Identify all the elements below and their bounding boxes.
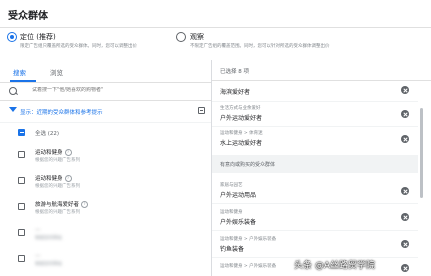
item-source: 根据您的网站 bbox=[35, 236, 62, 241]
item-checkbox[interactable] bbox=[18, 151, 25, 158]
selected-item: 生活方式与业余爱好 户外运动爱好者 bbox=[212, 102, 418, 126]
selected-item-path: 运动和健身 > 体育迷 bbox=[220, 131, 263, 136]
select-all-checkbox[interactable] bbox=[18, 129, 25, 136]
selected-item: 运动和健身 > 体育迷 水上运动爱好者 bbox=[212, 127, 418, 151]
watermark: 头条 @A丝路贸学院 bbox=[294, 261, 376, 271]
tab-browse[interactable]: 浏览 bbox=[50, 67, 63, 77]
select-all-label: 全选 (22) bbox=[35, 131, 60, 137]
selected-item-path: 运动和健身 > 户外娱乐装备 bbox=[220, 264, 277, 269]
item-source: 根据您的兴趣广告系列 bbox=[35, 158, 80, 163]
observation-label[interactable]: 观察 bbox=[190, 32, 204, 42]
selected-item: 家居与园艺 户外运动用品 bbox=[212, 179, 418, 203]
remove-icon[interactable] bbox=[401, 213, 409, 221]
collapse-icon[interactable] bbox=[198, 107, 205, 114]
help-icon[interactable]: ? bbox=[64, 149, 72, 156]
item-name: 运动和健身 bbox=[35, 176, 63, 182]
selected-item-path: 家居与园艺 bbox=[220, 183, 243, 188]
selected-item-name: 户外运动用品 bbox=[220, 192, 257, 199]
section-title: 有意向或购买的受众群体 bbox=[220, 162, 276, 168]
section-header: 有意向或购买的受众群体 bbox=[212, 155, 418, 173]
selected-item-name: 户外娱乐装备 bbox=[220, 219, 257, 226]
selected-item-name: 户外运动爱好者 bbox=[220, 115, 263, 122]
item-source: 根据您的兴趣广告系列 bbox=[35, 184, 80, 189]
selected-item-path: 运动和健身 bbox=[220, 210, 243, 215]
panel-header: 受众群体 bbox=[0, 0, 431, 28]
observation-radio[interactable] bbox=[176, 32, 186, 42]
item-source: 根据您的网站 bbox=[35, 262, 62, 267]
filter-icon bbox=[9, 107, 17, 112]
selected-item-name: 海滨爱好者 bbox=[220, 89, 251, 96]
remove-icon[interactable] bbox=[401, 86, 409, 94]
selected-item: 海滨爱好者 bbox=[212, 81, 418, 101]
remove-icon[interactable] bbox=[401, 110, 409, 118]
targeting-options: 定位 (推荐) 限定广告组只覆盖所选的受众群体。同时，您可以调整出价 观察 不限… bbox=[0, 32, 431, 54]
item-name: … bbox=[35, 252, 41, 258]
tab-search[interactable]: 搜索 bbox=[13, 67, 26, 77]
item-name: 旅游与航海爱好者 bbox=[35, 202, 80, 208]
remove-icon[interactable] bbox=[401, 135, 409, 143]
hint-text[interactable]: 显示：近期的受众群体和参考提示 bbox=[20, 108, 103, 116]
panel-title: 受众群体 bbox=[8, 11, 48, 22]
remove-icon[interactable] bbox=[401, 187, 409, 195]
targeting-radio[interactable] bbox=[7, 32, 17, 42]
list-item[interactable]: … 根据您的网站 bbox=[0, 248, 211, 273]
item-checkbox[interactable] bbox=[18, 255, 25, 262]
list-item[interactable]: 运动和健身? 根据您的兴趣广告系列 bbox=[0, 144, 211, 169]
selected-item-path: 运动和健身 > 户外娱乐装备 bbox=[220, 237, 277, 242]
selected-item: 运动和健身 户外娱乐装备 bbox=[212, 204, 418, 230]
targeting-label[interactable]: 定位 (推荐) bbox=[20, 32, 56, 42]
browser-tabs: 搜索 浏览 bbox=[0, 60, 211, 83]
item-name: 运动和健身 bbox=[35, 150, 63, 156]
scrollbar[interactable] bbox=[420, 108, 423, 198]
item-checkbox[interactable] bbox=[18, 203, 25, 210]
selected-item-name: 水上运动爱好者 bbox=[220, 140, 263, 147]
list-item[interactable]: … 根据您的网站 bbox=[0, 222, 211, 247]
search-bar bbox=[0, 82, 211, 101]
item-checkbox[interactable] bbox=[18, 229, 25, 236]
selected-count: 已选择 8 项 bbox=[220, 69, 249, 75]
search-icon bbox=[9, 87, 17, 95]
selected-item-name: 钓鱼装备 bbox=[220, 246, 245, 253]
search-input[interactable] bbox=[32, 87, 202, 93]
audience-browser: 搜索 浏览 显示：近期的受众群体和参考提示 全选 (22) 运动和健身? 根据您… bbox=[0, 60, 212, 276]
select-all-row[interactable]: 全选 (22) bbox=[0, 122, 211, 143]
selected-panel: 已选择 8 项 海滨爱好者 生活方式与业余爱好 户外运动爱好者 运动和健身 > … bbox=[212, 60, 431, 276]
item-name: … bbox=[35, 226, 41, 232]
header-divider bbox=[0, 27, 431, 28]
selected-item-path: 生活方式与业余爱好 bbox=[220, 106, 261, 111]
selected-item: 运动和健身 > 户外娱乐装备 钓鱼装备 bbox=[212, 231, 418, 257]
help-icon[interactable]: ? bbox=[81, 201, 89, 208]
list-item[interactable]: 运动和健身? 根据您的兴趣广告系列 bbox=[0, 170, 211, 195]
remove-icon[interactable] bbox=[401, 240, 409, 248]
help-icon[interactable]: ? bbox=[64, 175, 72, 182]
recent-hint[interactable]: 显示：近期的受众群体和参考提示 bbox=[0, 100, 211, 120]
remove-icon[interactable] bbox=[401, 264, 409, 272]
item-checkbox[interactable] bbox=[18, 177, 25, 184]
list-item[interactable]: 旅游与航海爱好者? 根据您的兴趣广告系列 bbox=[0, 196, 211, 221]
targeting-description: 限定广告组只覆盖所选的受众群体。同时，您可以调整出价 bbox=[20, 44, 137, 49]
item-source: 根据您的兴趣广告系列 bbox=[35, 210, 80, 215]
selected-header: 已选择 8 项 bbox=[212, 60, 431, 81]
observation-description: 不限定广告组的覆盖范围。同时，您可以针对所选的受众群体调整出价 bbox=[190, 44, 330, 49]
